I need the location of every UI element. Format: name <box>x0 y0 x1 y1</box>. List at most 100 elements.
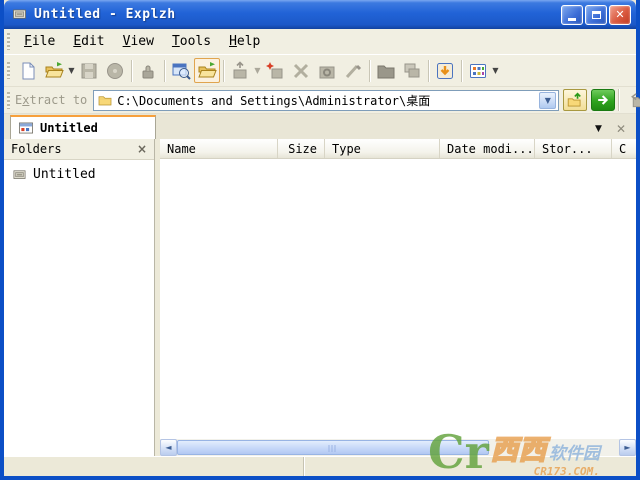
minimize-button[interactable] <box>561 4 583 25</box>
toolbar-separator <box>164 59 165 82</box>
test-archive-button[interactable] <box>340 58 366 83</box>
new-archive-button[interactable] <box>262 58 288 83</box>
up-folder-button[interactable] <box>563 89 588 111</box>
disc-icon <box>105 61 125 81</box>
scroll-left-button[interactable]: ◄ <box>160 439 177 456</box>
save-icon <box>79 61 99 81</box>
column-header-type[interactable]: Type <box>325 139 440 158</box>
create-folder-button[interactable] <box>373 58 399 83</box>
combobox-dropdown-button[interactable]: ▼ <box>539 91 557 109</box>
file-list-body[interactable] <box>160 159 636 439</box>
menu-edit[interactable]: Edit <box>64 30 113 53</box>
menubar-grip[interactable] <box>7 33 10 50</box>
recent-folders-button[interactable] <box>628 89 640 111</box>
window-title: Untitled - Explzh <box>34 7 176 22</box>
column-header-name[interactable]: Name <box>160 139 278 158</box>
new-file-button[interactable] <box>15 58 41 83</box>
toolbar-separator <box>223 59 224 82</box>
status-section-1 <box>4 457 304 476</box>
new-archive-icon <box>265 61 285 81</box>
app-icon <box>11 7 28 22</box>
explorer-folder-icon <box>197 61 217 81</box>
file-list-pane: Name Size Type Date modi... Stor... C ◄ … <box>160 139 636 456</box>
add-to-archive-icon <box>230 61 250 81</box>
menu-view[interactable]: View <box>114 30 163 53</box>
folders-close-button[interactable]: × <box>137 142 147 156</box>
extract-button[interactable] <box>432 58 458 83</box>
preview-icon <box>171 61 191 81</box>
extract-path-combobox[interactable]: C:\Documents and Settings\Administrator\… <box>93 89 560 111</box>
column-header-size[interactable]: Size <box>278 139 325 158</box>
recent-folders-icon <box>628 91 640 110</box>
tab-window-icon <box>18 121 34 135</box>
close-icon: ✕ <box>615 8 625 21</box>
maximize-button[interactable] <box>585 4 607 25</box>
save-button[interactable] <box>76 58 102 83</box>
open-dropdown-arrow[interactable]: ▼ <box>67 66 76 75</box>
column-header-row: Name Size Type Date modi... Stor... C <box>160 139 636 159</box>
views-button[interactable] <box>465 58 491 83</box>
folder-up-icon <box>566 92 584 109</box>
open-folder-button[interactable] <box>41 58 67 83</box>
folders-tree: Untitled <box>4 160 154 456</box>
main-content: Folders × Untitled Name Size Type Date m… <box>4 139 636 456</box>
scroll-right-button[interactable]: ► <box>619 439 636 456</box>
toolbar-separator <box>131 59 132 82</box>
tab-label: Untitled <box>40 121 98 135</box>
folder-icon <box>97 93 113 108</box>
explorer-folder-button[interactable] <box>194 58 220 83</box>
app-window: Untitled - Explzh ✕ File Edit View Tools… <box>0 0 640 480</box>
repair-archive-button[interactable] <box>314 58 340 83</box>
tab-untitled[interactable]: Untitled <box>10 115 156 139</box>
column-header-stored[interactable]: Stor... <box>535 139 612 158</box>
test-archive-icon <box>343 61 363 81</box>
addrbar-separator <box>618 89 620 111</box>
tree-item-untitled[interactable]: Untitled <box>4 165 154 184</box>
toolbar: ▼ ▼ ▼ <box>4 55 636 87</box>
minimize-icon <box>568 17 576 21</box>
cascade-windows-icon <box>402 61 422 81</box>
go-arrow-icon <box>595 92 611 108</box>
folders-pane-header: Folders × <box>4 139 154 160</box>
extract-to-label: Extract to <box>15 93 88 107</box>
delete-icon <box>291 61 311 81</box>
delete-button[interactable] <box>288 58 314 83</box>
repair-archive-icon <box>317 61 337 81</box>
tab-close-button[interactable]: ✕ <box>616 123 626 135</box>
preview-button[interactable] <box>168 58 194 83</box>
menu-help[interactable]: Help <box>220 30 269 53</box>
create-folder-icon <box>376 61 396 81</box>
status-bar <box>4 456 636 476</box>
new-file-icon <box>18 61 38 81</box>
column-header-date-modified[interactable]: Date modi... <box>440 139 535 158</box>
cascade-windows-button[interactable] <box>399 58 425 83</box>
addrbar-grip[interactable] <box>7 91 10 109</box>
status-section-2 <box>304 457 636 476</box>
folders-pane-title: Folders <box>11 142 62 156</box>
disc-button[interactable] <box>102 58 128 83</box>
title-bar: Untitled - Explzh ✕ <box>4 0 636 29</box>
column-header-compressed[interactable]: C <box>612 139 636 158</box>
tab-bar: Untitled ▼ ✕ <box>4 114 636 139</box>
stamp-icon <box>138 61 158 81</box>
views-icon <box>468 61 488 81</box>
close-button[interactable]: ✕ <box>609 4 631 25</box>
add-to-archive-button[interactable] <box>227 58 253 83</box>
go-button[interactable] <box>591 89 616 111</box>
scrollbar-thumb[interactable] <box>177 440 489 455</box>
menu-file[interactable]: File <box>15 30 64 53</box>
menu-bar: File Edit View Tools Help <box>4 29 636 55</box>
toolbar-separator <box>461 59 462 82</box>
stamp-button[interactable] <box>135 58 161 83</box>
archive-icon <box>11 168 28 182</box>
toolbar-grip[interactable] <box>7 62 10 79</box>
extract-to-bar: Extract to C:\Documents and Settings\Adm… <box>4 87 636 114</box>
views-dropdown-arrow[interactable]: ▼ <box>491 66 500 75</box>
toolbar-separator <box>369 59 370 82</box>
horizontal-scrollbar: ◄ ► <box>160 439 636 456</box>
add-dropdown-arrow[interactable]: ▼ <box>253 66 262 75</box>
scrollbar-track[interactable] <box>177 439 619 456</box>
menu-tools[interactable]: Tools <box>163 30 220 53</box>
tab-list-dropdown[interactable]: ▼ <box>595 124 602 134</box>
extract-path-value[interactable]: C:\Documents and Settings\Administrator\… <box>117 92 537 109</box>
